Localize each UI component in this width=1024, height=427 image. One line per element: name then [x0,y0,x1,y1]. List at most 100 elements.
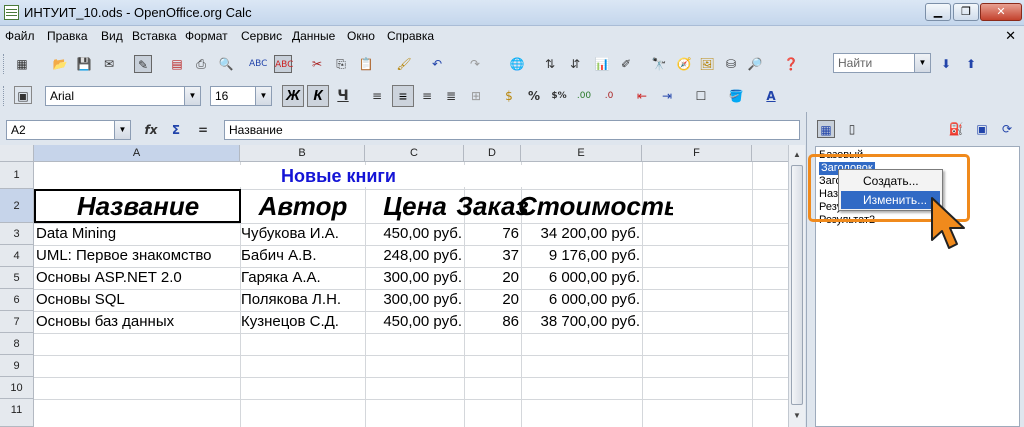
table-cell[interactable]: 34 200,00 руб. [521,223,641,245]
menu-format[interactable]: Формат [185,29,228,43]
column-header-f[interactable]: F [642,145,752,162]
close-document-icon[interactable]: ✕ [1005,28,1016,44]
find-next-icon[interactable]: ⬇ [937,55,955,73]
cut-icon[interactable]: ✂ [308,55,326,73]
zoom-icon[interactable]: 🔎 [746,55,764,73]
paste-icon[interactable]: 📋 [357,55,375,73]
redo-icon[interactable]: ↷ [466,55,484,73]
table-cell[interactable]: Data Mining [36,223,116,245]
row-header-7[interactable]: 7 [0,311,34,333]
table-cell[interactable]: Бабич А.В. [241,245,316,267]
font-color-icon[interactable]: A [762,87,780,105]
hyperlink-icon[interactable]: 🌐 [508,55,526,73]
page-styles-icon[interactable]: ▯ [843,120,861,138]
table-cell[interactable]: 300,00 руб. [365,267,462,289]
edit-file-icon[interactable]: ✎ [134,55,152,73]
row-header-6[interactable]: 6 [0,289,34,311]
table-cell[interactable]: 6 000,00 руб. [521,289,640,311]
align-left-icon[interactable]: ≡ [368,87,386,105]
column-header-e[interactable]: E [521,145,642,162]
menu-file[interactable]: Файл [5,29,35,43]
header-cell-price[interactable]: Цена [366,190,464,222]
align-right-icon[interactable]: ≡ [418,87,436,105]
export-pdf-icon[interactable]: ▤ [168,55,186,73]
bold-button[interactable]: Ж [282,85,304,107]
background-color-icon[interactable]: 🪣 [727,87,745,105]
sort-ascending-icon[interactable]: ⇅ [541,55,559,73]
open-icon[interactable]: 📂 [51,55,69,73]
table-cell[interactable]: Основы баз данных [36,311,174,333]
function-icon[interactable]: = [194,121,212,139]
italic-button[interactable]: К [307,85,329,107]
close-button[interactable]: ✕ [980,3,1022,21]
autospellcheck-icon[interactable]: ABC [274,55,293,73]
new-style-from-selection-icon[interactable]: ▣ [973,120,991,138]
row-header-1[interactable]: 1 [0,162,34,189]
formula-input[interactable]: Название [224,120,800,140]
gallery-icon[interactable]: 🖼 [698,55,716,73]
table-cell[interactable]: 20 [464,289,519,311]
merge-cells-icon[interactable]: ⊞ [467,87,485,105]
data-sources-icon[interactable]: ⛁ [722,55,740,73]
show-draw-functions-icon[interactable]: ✐ [617,55,635,73]
row-header-3[interactable]: 3 [0,223,34,245]
row-header-5[interactable]: 5 [0,267,34,289]
find-input[interactable]: Найти ▼ [833,53,931,73]
row-header-2[interactable]: 2 [0,189,34,223]
row-header-11[interactable]: 11 [0,399,34,427]
menu-help[interactable]: Справка [387,29,434,43]
select-all-corner[interactable] [0,145,34,162]
cell-styles-icon[interactable]: ▦ [817,120,835,138]
menu-view[interactable]: Вид [101,29,123,43]
delete-decimal-icon[interactable]: .0 [600,87,618,105]
chart-icon[interactable]: 📊 [593,55,611,73]
table-cell[interactable]: 20 [464,267,519,289]
font-size-dropdown-icon[interactable]: ▼ [255,87,271,105]
menu-data[interactable]: Данные [292,29,335,43]
restore-button[interactable]: ❐ [953,3,979,21]
email-icon[interactable]: ✉ [100,55,118,73]
name-box[interactable]: A2 ▼ [6,120,131,140]
row-header-10[interactable]: 10 [0,377,34,399]
update-style-icon[interactable]: ⟳ [998,120,1016,138]
print-icon[interactable]: ⎙ [192,55,210,73]
spreadsheet-grid[interactable]: A B C D E F 1 2 3 4 5 6 7 8 9 10 11 Новы… [0,145,788,427]
minimize-button[interactable]: ▁ [925,3,951,21]
justify-icon[interactable]: ≣ [442,87,460,105]
table-cell[interactable]: Основы SQL [36,289,125,311]
table-cell[interactable]: Кузнецов С.Д. [241,311,339,333]
navigator-icon[interactable]: 🧭 [675,55,693,73]
increase-indent-icon[interactable]: ⇥ [658,87,676,105]
row-header-4[interactable]: 4 [0,245,34,267]
table-cell[interactable]: Чубукова И.А. [241,223,339,245]
align-center-icon[interactable]: ≡ [392,85,414,107]
menu-tools[interactable]: Сервис [241,29,282,43]
sheet-title-cell[interactable]: Новые книги [35,165,642,187]
scroll-down-icon[interactable]: ▼ [791,409,803,423]
table-cell[interactable]: 6 000,00 руб. [521,267,640,289]
function-wizard-icon[interactable]: fx [142,121,160,139]
table-cell[interactable]: 9 176,00 руб. [521,245,640,267]
copy-icon[interactable]: ⎘ [332,55,350,73]
table-cell[interactable]: UML: Первое знакомство [36,245,212,267]
column-header-c[interactable]: C [365,145,464,162]
sum-icon[interactable]: Σ [167,121,185,139]
find-dropdown-icon[interactable]: ▼ [914,54,930,72]
standard-format-icon[interactable]: $% [550,87,568,105]
column-header-a[interactable]: A [34,145,240,162]
percent-format-icon[interactable]: % [525,87,543,105]
add-decimal-icon[interactable]: .00 [575,87,593,105]
table-cell[interactable]: Полякова Л.Н. [241,289,341,311]
scrollbar-thumb[interactable] [791,165,803,405]
print-preview-icon[interactable]: 🔍 [217,55,235,73]
table-cell[interactable]: 450,00 руб. [365,223,462,245]
table-cell[interactable]: 248,00 руб. [365,245,462,267]
header-cell-cost[interactable]: Стоимость [518,190,673,222]
help-icon[interactable]: ❓ [782,55,800,73]
vertical-scrollbar[interactable]: ▲ ▼ [788,145,805,427]
new-document-icon[interactable]: ▦ [13,55,31,73]
underline-button[interactable]: Ч [334,87,352,105]
format-paintbrush-icon[interactable]: 🖌 [395,55,413,73]
borders-icon[interactable]: ☐ [692,87,710,105]
font-name-dropdown-icon[interactable]: ▼ [184,87,200,105]
